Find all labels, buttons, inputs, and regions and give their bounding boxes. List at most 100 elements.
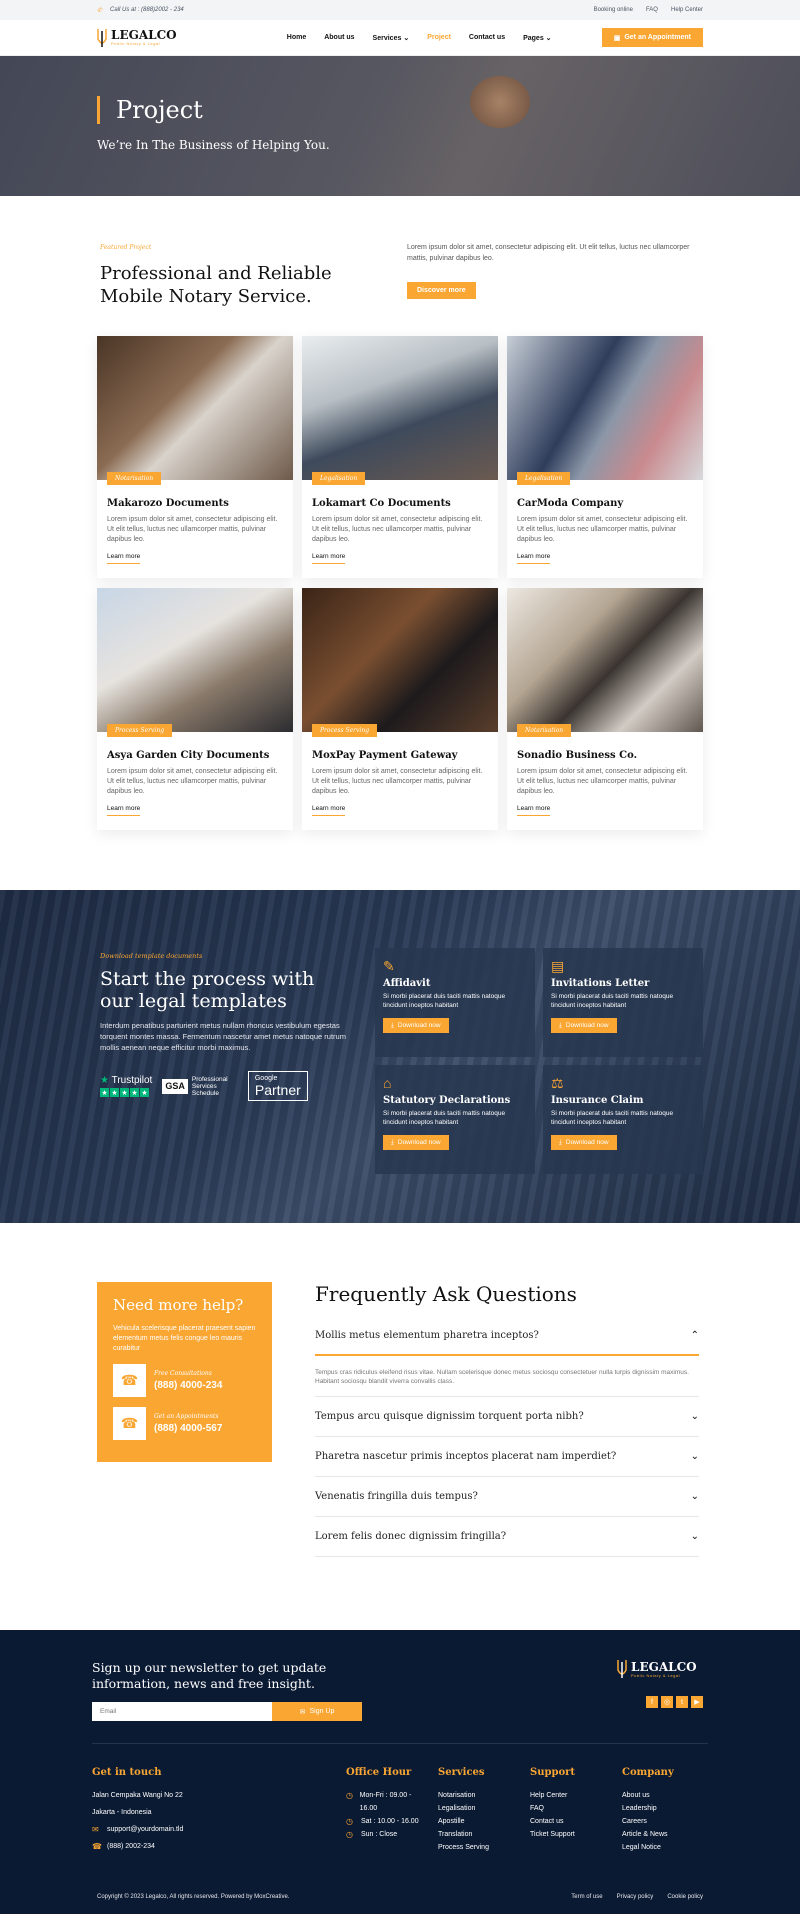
call-text: Call Us at : (888)2002 - 234	[110, 7, 184, 13]
project-card[interactable]: Process Serving MoxPay Payment Gateway L…	[302, 588, 498, 830]
download-button[interactable]: ⤓ Download now	[383, 1018, 449, 1033]
template-title: Statutory Declarations	[383, 1095, 511, 1106]
footer-phone[interactable]: (888) 2002-234	[107, 1840, 155, 1853]
footer-link[interactable]: Ticket Support	[530, 1828, 575, 1841]
wax-seal-image	[470, 76, 530, 128]
learn-more-link[interactable]: Learn more	[517, 805, 551, 816]
logo[interactable]: LEGALCO Public Notary & Legal	[97, 27, 177, 49]
discover-button[interactable]: Discover more	[407, 282, 476, 299]
faq-question[interactable]: Pharetra nascetur primis inceptos placer…	[315, 1437, 699, 1477]
privacy-link[interactable]: Privacy policy	[617, 1894, 654, 1900]
project-text: Lorem ipsum dolor sit amet, consectetur …	[107, 768, 278, 795]
top-link-booking[interactable]: Booking online	[594, 7, 633, 13]
instagram-icon[interactable]: ◎	[661, 1696, 673, 1708]
nav-about[interactable]: About us	[324, 34, 354, 42]
faq-question[interactable]: Venenatis fringilla duis tempus? ⌄	[315, 1477, 699, 1517]
top-link-faq[interactable]: FAQ	[646, 7, 658, 13]
faq-answer: Tempus cras ridiculus eleifend risus vit…	[315, 1356, 699, 1397]
download-button[interactable]: ⤓ Download now	[551, 1018, 617, 1033]
project-card[interactable]: Legalisation Lokamart Co Documents Lorem…	[302, 336, 498, 578]
nav-contact[interactable]: Contact us	[469, 34, 505, 42]
featured-desc: Lorem ipsum dolor sit amet, consectetur …	[407, 244, 690, 262]
footer-logo[interactable]: LEGALCO Public Notary & Legal	[617, 1658, 697, 1680]
footer-link[interactable]: FAQ	[530, 1802, 575, 1815]
chevron-down-icon: ⌄	[690, 1451, 699, 1462]
signup-button[interactable]: ✉ Sign Up	[272, 1702, 362, 1721]
appointment-label: Get an Appointment	[624, 34, 691, 41]
hero-banner: Project We’re In The Business of Helping…	[0, 56, 800, 196]
trustpilot-logo: ★ Trustpilot ★ ★ ★ ★ ★	[100, 1075, 152, 1097]
project-card[interactable]: Legalisation CarModa Company Lorem ipsum…	[507, 336, 703, 578]
learn-more-link[interactable]: Learn more	[312, 553, 346, 564]
project-text: Lorem ipsum dolor sit amet, consectetur …	[517, 768, 688, 795]
project-text: Lorem ipsum dolor sit amet, consectetur …	[312, 516, 483, 543]
appointment-button[interactable]: ▣ Get an Appointment	[601, 28, 703, 47]
footer-link[interactable]: Translation	[438, 1828, 489, 1841]
nav-home[interactable]: Home	[287, 34, 306, 42]
project-card[interactable]: Process Serving Asya Garden City Documen…	[97, 588, 293, 830]
footer-link[interactable]: Notarisation	[438, 1789, 489, 1802]
project-card[interactable]: Notarisation Makarozo Documents Lorem ip…	[97, 336, 293, 578]
nav-services[interactable]: Services ⌄	[373, 34, 410, 42]
faq-question-text: Lorem felis donec dignissim fringilla?	[315, 1531, 507, 1542]
learn-more-link[interactable]: Learn more	[312, 805, 346, 816]
download-button[interactable]: ⤓ Download now	[383, 1135, 449, 1150]
download-label: Download now	[397, 1022, 441, 1029]
footer-link[interactable]: About us	[622, 1789, 674, 1802]
clock-icon: ◷	[346, 1830, 353, 1839]
phone-icon: ☎	[92, 1842, 102, 1851]
partner-label: Partner	[254, 1082, 301, 1098]
footer-link[interactable]: Apostille	[438, 1815, 489, 1828]
faq-title: Frequently Ask Questions	[315, 1282, 577, 1306]
terms-link[interactable]: Term of use	[571, 1894, 602, 1900]
learn-more-link[interactable]: Learn more	[517, 553, 551, 564]
download-button[interactable]: ⤓ Download now	[551, 1135, 617, 1150]
copyright: Copyright © 2023 Legalco, All rights res…	[97, 1894, 290, 1900]
learn-more-link[interactable]: Learn more	[107, 805, 141, 816]
footer-link[interactable]: Contact us	[530, 1815, 575, 1828]
project-card[interactable]: Notarisation Sonadio Business Co. Lorem …	[507, 588, 703, 830]
faq-question-open[interactable]: Mollis metus elementum pharetra inceptos…	[315, 1316, 699, 1356]
trustpilot-label: Trustpilot	[111, 1075, 153, 1086]
footer-link[interactable]: Leadership	[622, 1802, 674, 1815]
appointment-row[interactable]: ☎ Get an Appointments (888) 4000-567	[113, 1407, 256, 1440]
faq-question[interactable]: Tempus arcu quisque dignissim torquent p…	[315, 1397, 699, 1437]
template-cards: ✎ Affidavit Si morbi placerat duis tacit…	[375, 948, 703, 1174]
top-link-help[interactable]: Help Center	[671, 7, 703, 13]
help-desc: Vehicula scelerisque placerat praesent s…	[113, 1325, 256, 1352]
project-title: Lokamart Co Documents	[312, 498, 451, 509]
footer-link[interactable]: Legalisation	[438, 1802, 489, 1815]
project-title: Asya Garden City Documents	[107, 750, 270, 761]
phone-icon: ☎	[113, 1364, 146, 1397]
footer-link[interactable]: Help Center	[530, 1789, 575, 1802]
appointment-phone-label: Get an Appointments	[154, 1413, 219, 1420]
learn-more-link[interactable]: Learn more	[107, 553, 141, 564]
menu: Home About us Services ⌄ Project Contact…	[287, 34, 552, 42]
chevron-down-icon: ⌄	[690, 1411, 699, 1422]
free-consult-row[interactable]: ☎ Free Consultations (888) 4000-234	[113, 1364, 256, 1397]
project-tag: Notarisation	[517, 724, 572, 737]
youtube-icon[interactable]: ▶	[691, 1696, 703, 1708]
nav-pages-label: Pages	[523, 34, 544, 42]
pen-nib-logo-icon	[617, 1660, 627, 1678]
nav-project[interactable]: Project	[427, 34, 451, 42]
nav-pages[interactable]: Pages ⌄	[523, 34, 551, 42]
faq-question[interactable]: Lorem felis donec dignissim fringilla? ⌄	[315, 1517, 699, 1557]
facebook-icon[interactable]: f	[646, 1696, 658, 1708]
pen-icon: ✎	[383, 958, 395, 974]
footer-email[interactable]: support@yourdomain.tld	[107, 1823, 183, 1836]
footer-link[interactable]: Legal Notice	[622, 1841, 674, 1854]
gsa-logo: GSA Professional Services Schedule	[162, 1076, 238, 1097]
calendar-icon: ▣	[613, 34, 621, 42]
project-tag: Notarisation	[107, 472, 162, 485]
courthouse-icon: ⌂	[383, 1075, 392, 1091]
footer-link[interactable]: Process Serving	[438, 1841, 489, 1854]
cookie-link[interactable]: Cookie policy	[667, 1894, 703, 1900]
footer-link[interactable]: Article & News	[622, 1828, 674, 1841]
rating-stars: ★ ★ ★ ★ ★	[100, 1088, 149, 1097]
download-icon: ⤓	[559, 1138, 562, 1146]
footer-link[interactable]: Careers	[622, 1815, 674, 1828]
email-input[interactable]	[92, 1702, 272, 1721]
twitter-icon[interactable]: t	[676, 1696, 688, 1708]
signup-label: Sign Up	[309, 1708, 335, 1715]
